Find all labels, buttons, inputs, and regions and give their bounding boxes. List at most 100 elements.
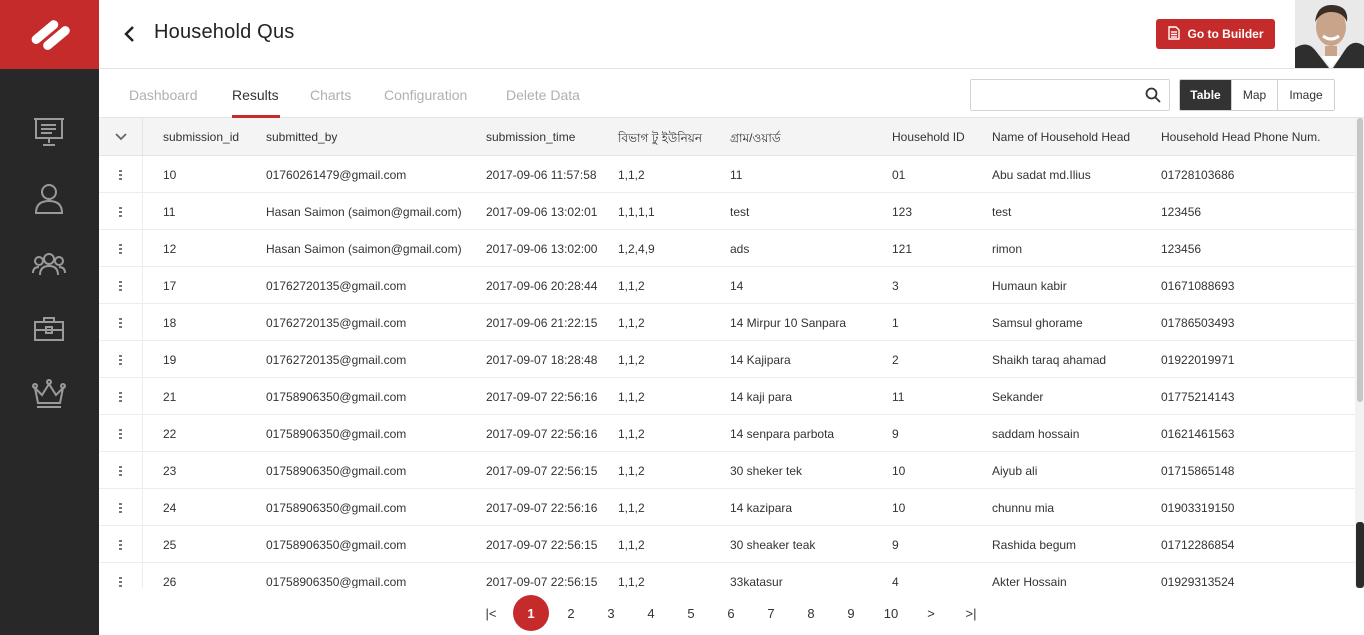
- users-icon[interactable]: [30, 245, 68, 283]
- column-header[interactable]: Household Head Phone Num.: [1161, 130, 1320, 144]
- table-cell: 1: [892, 316, 899, 330]
- row-menu-kebab-icon[interactable]: [99, 489, 143, 526]
- pagination: |< 1 2 3 4 5 6 7 8 9 10 > >|: [99, 588, 1364, 635]
- page-button-4[interactable]: 4: [633, 595, 669, 631]
- table-row[interactable]: 19 01762720135@gmail.com 2017-09-07 18:28:…: [99, 341, 1355, 378]
- row-menu-kebab-icon[interactable]: [99, 452, 143, 489]
- table-cell: 123456: [1161, 242, 1202, 256]
- table-cell: chunnu mia: [992, 501, 1055, 515]
- row-menu-kebab-icon[interactable]: [99, 341, 143, 378]
- table-row[interactable]: 21 01758906350@gmail.com 2017-09-07 22:56:…: [99, 378, 1355, 415]
- row-menu-kebab-icon[interactable]: [99, 378, 143, 415]
- table-cell: 2017-09-07 22:56:15: [486, 538, 598, 552]
- first-page-button[interactable]: |<: [473, 595, 509, 631]
- row-menu-kebab-icon[interactable]: [99, 193, 143, 230]
- column-header[interactable]: Name of Household Head: [992, 130, 1130, 144]
- table-cell: 1,1,2: [618, 279, 645, 293]
- go-to-builder-button[interactable]: Go to Builder: [1156, 19, 1275, 49]
- table-cell: 18: [163, 316, 177, 330]
- search-box: [970, 79, 1170, 111]
- app-logo[interactable]: [0, 0, 99, 69]
- table-cell: 12: [163, 242, 177, 256]
- table-cell: 30 sheaker teak: [730, 538, 816, 552]
- user-icon[interactable]: [30, 179, 68, 217]
- table-cell: 01762720135@gmail.com: [266, 316, 407, 330]
- page-button-7[interactable]: 7: [753, 595, 789, 631]
- table-cell: 14: [730, 279, 744, 293]
- table-row[interactable]: 25 01758906350@gmail.com 2017-09-07 22:56:…: [99, 526, 1355, 563]
- table-cell: 2017-09-07 22:56:15: [486, 575, 598, 588]
- table-cell: 2017-09-06 11:57:58: [486, 168, 597, 182]
- view-map-button[interactable]: Map: [1231, 80, 1277, 110]
- table-row[interactable]: 10 01760261479@gmail.com 2017-09-06 11:57:…: [99, 156, 1355, 193]
- table-cell: Hasan Saimon (saimon@gmail.com): [266, 242, 462, 256]
- crown-icon[interactable]: [30, 375, 68, 413]
- row-menu-kebab-icon[interactable]: [99, 304, 143, 341]
- table-cell: 26: [163, 575, 177, 588]
- table-row[interactable]: 26 01758906350@gmail.com 2017-09-07 22:56:…: [99, 563, 1355, 588]
- column-header[interactable]: submission_id: [163, 130, 239, 144]
- view-table-button[interactable]: Table: [1180, 80, 1231, 110]
- column-header[interactable]: submitted_by: [266, 130, 337, 144]
- table-row[interactable]: 22 01758906350@gmail.com 2017-09-07 22:56:…: [99, 415, 1355, 452]
- tab-delete-data[interactable]: Delete Data: [506, 87, 580, 103]
- last-page-button[interactable]: >|: [953, 595, 989, 631]
- search-input[interactable]: [971, 80, 1141, 110]
- table-cell: 4: [892, 575, 899, 588]
- table-cell: 01903319150: [1161, 501, 1235, 515]
- tab-results[interactable]: Results: [232, 87, 279, 103]
- tab-charts[interactable]: Charts: [310, 87, 351, 103]
- view-mode-toggle: Table Map Image: [1179, 79, 1335, 111]
- row-menu-kebab-icon[interactable]: [99, 526, 143, 563]
- column-header[interactable]: বিভাগ টু ইউনিয়ন: [618, 130, 702, 150]
- tab-dashboard[interactable]: Dashboard: [129, 87, 198, 103]
- table-cell: test: [992, 205, 1012, 219]
- table-row[interactable]: 23 01758906350@gmail.com 2017-09-07 22:56:…: [99, 452, 1355, 489]
- back-arrow-icon[interactable]: [123, 22, 143, 46]
- page-button-8[interactable]: 8: [793, 595, 829, 631]
- table-scrollbar-thumb[interactable]: [1357, 118, 1363, 402]
- page-button-1[interactable]: 1: [513, 595, 549, 631]
- table-cell: Shaikh taraq ahamad: [992, 353, 1107, 367]
- table-cell: 01715865148: [1161, 464, 1235, 478]
- table-cell: 01758906350@gmail.com: [266, 427, 407, 441]
- page-button-3[interactable]: 3: [593, 595, 629, 631]
- presentation-icon[interactable]: [30, 112, 68, 150]
- table-cell: 01762720135@gmail.com: [266, 279, 407, 293]
- row-menu-kebab-icon[interactable]: [99, 156, 143, 193]
- page-button-10[interactable]: 10: [873, 595, 909, 631]
- table-cell: 17: [163, 279, 177, 293]
- next-page-button[interactable]: >: [913, 595, 949, 631]
- table-cell: ads: [730, 242, 750, 256]
- search-icon[interactable]: [1145, 87, 1161, 103]
- row-menu-kebab-icon[interactable]: [99, 415, 143, 452]
- row-menu-kebab-icon[interactable]: [99, 230, 143, 267]
- page-button-5[interactable]: 5: [673, 595, 709, 631]
- expand-all-chevron-icon[interactable]: [99, 118, 143, 156]
- table-row[interactable]: 24 01758906350@gmail.com 2017-09-07 22:56:…: [99, 489, 1355, 526]
- table-cell: 123: [892, 205, 913, 219]
- table-cell: 11: [163, 205, 176, 219]
- go-to-builder-label: Go to Builder: [1187, 27, 1264, 41]
- table-cell: 121: [892, 242, 913, 256]
- table-row[interactable]: 11 Hasan Saimon (saimon@gmail.com) 2017-09…: [99, 193, 1355, 230]
- table-cell: 2: [892, 353, 899, 367]
- table-cell: 24: [163, 501, 177, 515]
- page-button-6[interactable]: 6: [713, 595, 749, 631]
- tab-configuration[interactable]: Configuration: [384, 87, 467, 103]
- page-button-9[interactable]: 9: [833, 595, 869, 631]
- page-scrollbar-thumb[interactable]: [1356, 522, 1364, 588]
- table-row[interactable]: 17 01762720135@gmail.com 2017-09-06 20:28:…: [99, 267, 1355, 304]
- table-row[interactable]: 12 Hasan Saimon (saimon@gmail.com) 2017-09…: [99, 230, 1355, 267]
- row-menu-kebab-icon[interactable]: [99, 267, 143, 304]
- column-header[interactable]: Household ID: [892, 130, 965, 144]
- sidebar: [0, 0, 99, 635]
- view-image-button[interactable]: Image: [1277, 80, 1334, 110]
- row-menu-kebab-icon[interactable]: [99, 563, 143, 588]
- user-avatar[interactable]: [1295, 0, 1364, 68]
- page-button-2[interactable]: 2: [553, 595, 589, 631]
- briefcase-icon[interactable]: [30, 310, 68, 348]
- table-row[interactable]: 18 01762720135@gmail.com 2017-09-06 21:22:…: [99, 304, 1355, 341]
- column-header[interactable]: submission_time: [486, 130, 575, 144]
- column-header[interactable]: গ্রাম/ওয়ার্ড: [730, 130, 781, 150]
